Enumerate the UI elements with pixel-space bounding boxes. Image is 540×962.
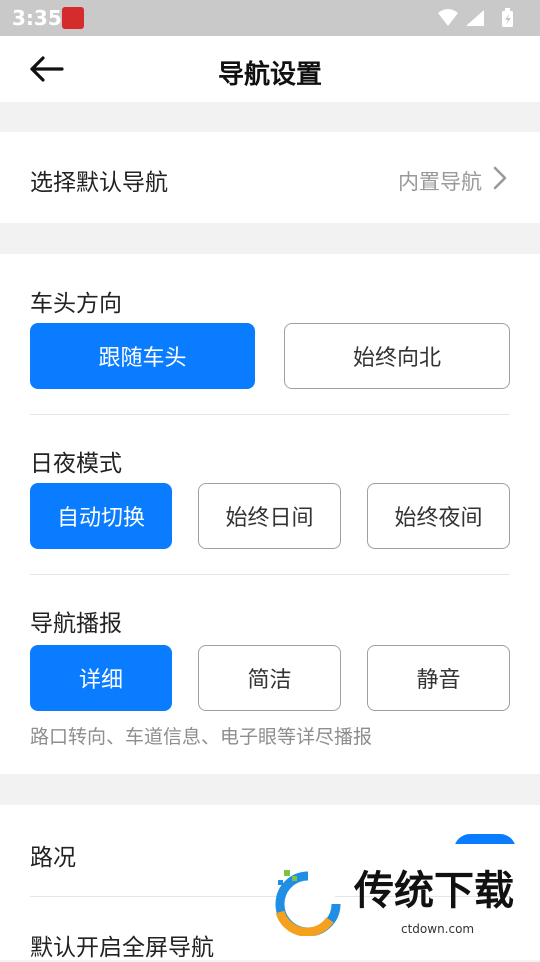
- always-day-button[interactable]: 始终日间: [198, 483, 341, 549]
- status-bar: 3:35: [0, 0, 540, 36]
- default-nav-row[interactable]: 选择默认导航 内置导航: [0, 132, 540, 223]
- wifi-icon: [438, 9, 458, 26]
- chevron-right-icon: [493, 166, 507, 190]
- fullscreen-nav-label: 默认开启全屏导航: [30, 935, 214, 961]
- battery-icon: [502, 8, 513, 27]
- watermark-logo-icon: [275, 870, 341, 936]
- follow-heading-button[interactable]: 跟随车头: [30, 323, 255, 389]
- signal-icon: [466, 10, 484, 26]
- status-icons: [438, 8, 513, 27]
- auto-switch-button[interactable]: 自动切换: [30, 483, 172, 549]
- watermark: 传统下载 ctdown.com: [275, 868, 514, 936]
- default-nav-value: 内置导航: [398, 170, 482, 194]
- concise-broadcast-button[interactable]: 简洁: [198, 645, 341, 711]
- traffic-label: 路况: [30, 845, 76, 871]
- status-time: 3:35: [12, 6, 62, 30]
- app-notification-icon: [62, 7, 84, 29]
- watermark-url: ctdown.com: [401, 922, 474, 936]
- always-north-button[interactable]: 始终向北: [284, 323, 510, 389]
- heading-section-title: 车头方向: [30, 291, 122, 317]
- title-bar: 导航设置: [0, 36, 540, 102]
- day-night-section-title: 日夜模式: [30, 451, 122, 477]
- detailed-broadcast-button[interactable]: 详细: [30, 645, 172, 711]
- page-title: 导航设置: [217, 60, 322, 90]
- traffic-toggle[interactable]: [454, 834, 516, 844]
- default-nav-label: 选择默认导航: [30, 170, 168, 196]
- section-divider: [30, 414, 510, 415]
- map-settings-panel: 车头方向 跟随车头 始终向北 日夜模式 自动切换 始终日间 始终夜间 导航播报 …: [0, 254, 540, 774]
- watermark-brand: 传统下载: [353, 868, 514, 914]
- section-divider: [30, 574, 510, 575]
- broadcast-hint: 路口转向、车道信息、电子眼等详尽播报: [30, 726, 373, 748]
- broadcast-section-title: 导航播报: [30, 611, 122, 637]
- mute-broadcast-button[interactable]: 静音: [367, 645, 510, 711]
- always-night-button[interactable]: 始终夜间: [367, 483, 510, 549]
